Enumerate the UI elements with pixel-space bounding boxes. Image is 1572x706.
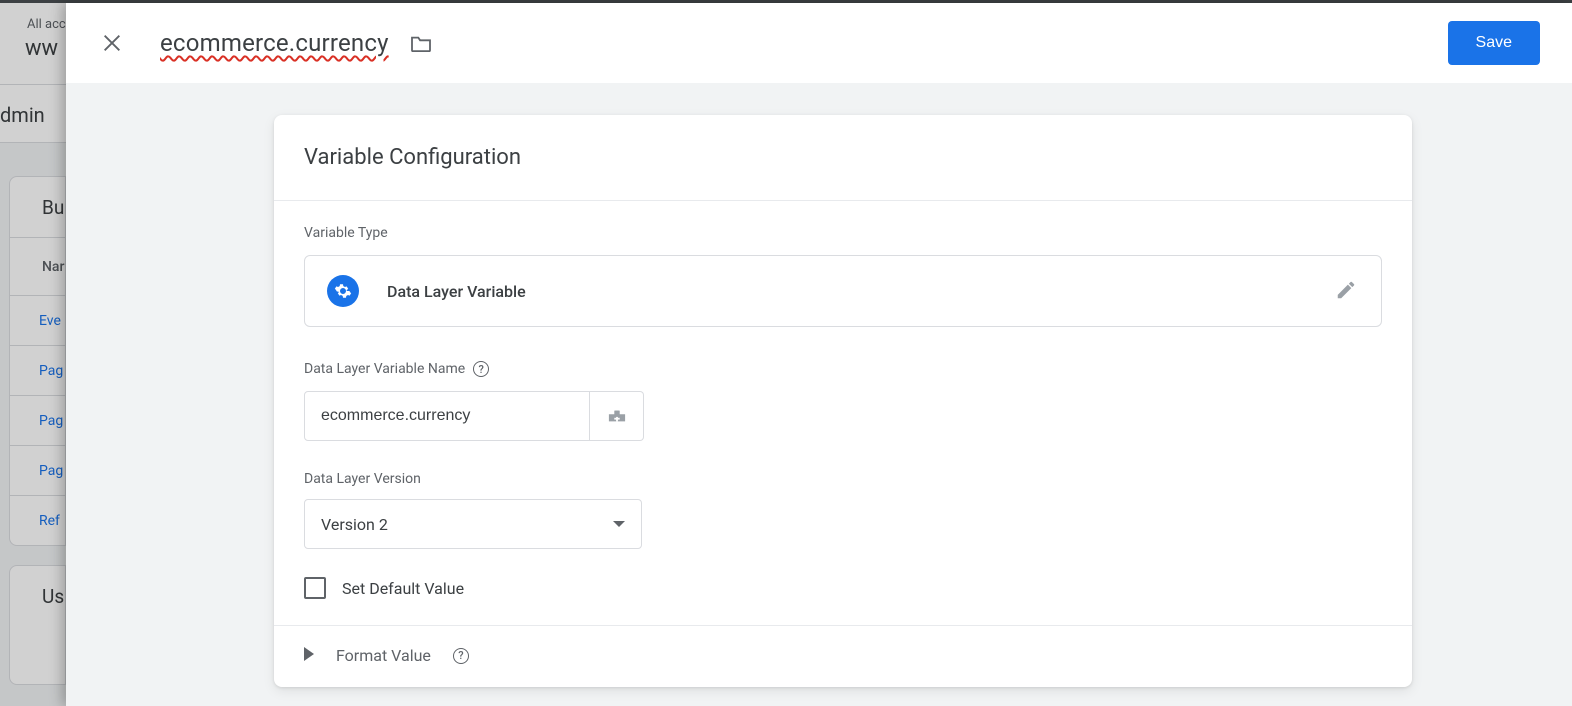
chevron-right-icon [304,646,314,665]
variable-title-text: ecommerce.currency [160,29,389,57]
folder-button[interactable] [409,33,433,53]
gear-icon [334,282,352,300]
format-value-label: Format Value [336,646,431,665]
variable-type-badge [327,275,359,307]
format-value-toggle[interactable]: Format Value ? [304,626,1382,687]
card-title: Variable Configuration [304,145,1382,170]
help-icon[interactable]: ? [453,648,469,664]
edit-type-button[interactable] [1335,279,1359,303]
variable-drawer: ecommerce.currency Save Variable Configu… [66,3,1572,706]
version-value: Version 2 [321,515,388,534]
variable-type-label: Variable Type [304,225,1382,241]
variable-name-label-text: Data Layer Variable Name [304,361,465,377]
save-button[interactable]: Save [1448,21,1540,65]
close-button[interactable] [88,19,136,67]
folder-icon [410,34,432,52]
dropdown-icon [613,521,625,527]
set-default-checkbox[interactable] [304,577,326,599]
brick-icon [606,407,628,425]
close-icon [101,32,123,54]
version-label: Data Layer Version [304,471,1382,487]
variable-type-selector[interactable]: Data Layer Variable [304,255,1382,327]
set-default-label: Set Default Value [342,579,464,598]
variable-picker-button[interactable] [590,391,644,441]
variable-type-name: Data Layer Variable [387,282,526,301]
variable-name-label: Data Layer Variable Name ? [304,361,1382,377]
drawer-header: ecommerce.currency Save [66,3,1572,83]
modal-scrim [0,3,66,706]
variable-config-card: Variable Configuration Variable Type Dat… [274,115,1412,687]
variable-title[interactable]: ecommerce.currency [160,29,389,57]
variable-name-input[interactable] [304,391,590,441]
pencil-icon [1335,279,1357,301]
version-select[interactable]: Version 2 [304,499,642,549]
help-icon[interactable]: ? [473,361,489,377]
